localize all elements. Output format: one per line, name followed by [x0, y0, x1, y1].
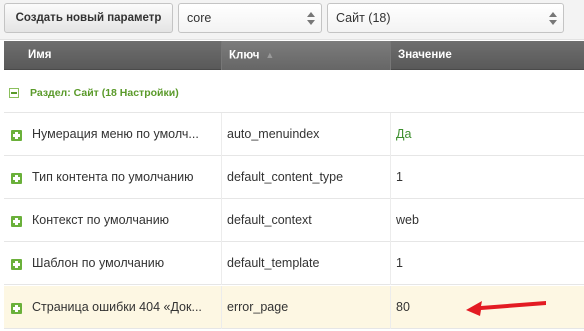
area-select-value: Сайт (18): [336, 11, 391, 25]
column-header-value[interactable]: Значение: [391, 41, 584, 70]
setting-value[interactable]: web: [391, 199, 584, 242]
setting-value[interactable]: 1: [391, 156, 584, 199]
column-header-key[interactable]: Ключ ▲: [222, 41, 391, 70]
table-row[interactable]: Контекст по умолчанию default_context we…: [4, 199, 584, 242]
setting-name: Страница ошибки 404 «Док...: [32, 286, 222, 329]
setting-value[interactable]: Да: [391, 113, 584, 156]
setting-key: default_template: [222, 242, 391, 285]
group-row[interactable]: Раздел: Сайт (18 Настройки): [4, 70, 584, 113]
area-select[interactable]: Сайт (18): [327, 3, 564, 33]
plus-square-icon[interactable]: [11, 259, 22, 270]
up-down-arrows-icon: [307, 12, 315, 25]
column-header-name[interactable]: Имя: [4, 41, 222, 70]
plus-square-icon[interactable]: [11, 130, 22, 141]
plus-square-icon[interactable]: [11, 216, 22, 227]
namespace-select-value: core: [187, 11, 212, 25]
setting-key: default_context: [222, 199, 391, 242]
grid-header: Имя Ключ ▲ Значение: [4, 41, 584, 70]
setting-name: Шаблон по умолчанию: [32, 242, 222, 285]
up-down-arrows-icon: [549, 12, 557, 25]
setting-name: Нумерация меню по умолч...: [32, 113, 222, 156]
setting-key: error_page: [222, 286, 391, 329]
setting-key: auto_menuindex: [222, 113, 391, 156]
toolbar: Создать новый параметр core Сайт (18): [0, 0, 584, 40]
plus-square-icon[interactable]: [11, 303, 22, 314]
table-row[interactable]: Шаблон по умолчанию default_template 1: [4, 242, 584, 285]
table-row[interactable]: Тип контента по умолчанию default_conten…: [4, 156, 584, 199]
column-header-name-label: Имя: [28, 49, 52, 61]
red-arrow-icon: [466, 301, 546, 316]
table-row[interactable]: Нумерация меню по умолч... auto_menuinde…: [4, 113, 584, 156]
setting-name: Контекст по умолчанию: [32, 199, 222, 242]
plus-square-icon[interactable]: [11, 173, 22, 184]
setting-key: default_content_type: [222, 156, 391, 199]
sort-asc-icon: ▲: [265, 50, 275, 60]
column-header-key-label: Ключ: [229, 49, 260, 62]
group-label: Раздел: Сайт (18 Настройки): [30, 87, 179, 99]
create-setting-button[interactable]: Создать новый параметр: [4, 3, 173, 33]
column-header-value-label: Значение: [398, 49, 452, 61]
minus-square-icon[interactable]: [9, 88, 19, 98]
namespace-select[interactable]: core: [178, 3, 322, 33]
setting-value[interactable]: 1: [391, 242, 584, 285]
setting-name: Тип контента по умолчанию: [32, 156, 222, 199]
